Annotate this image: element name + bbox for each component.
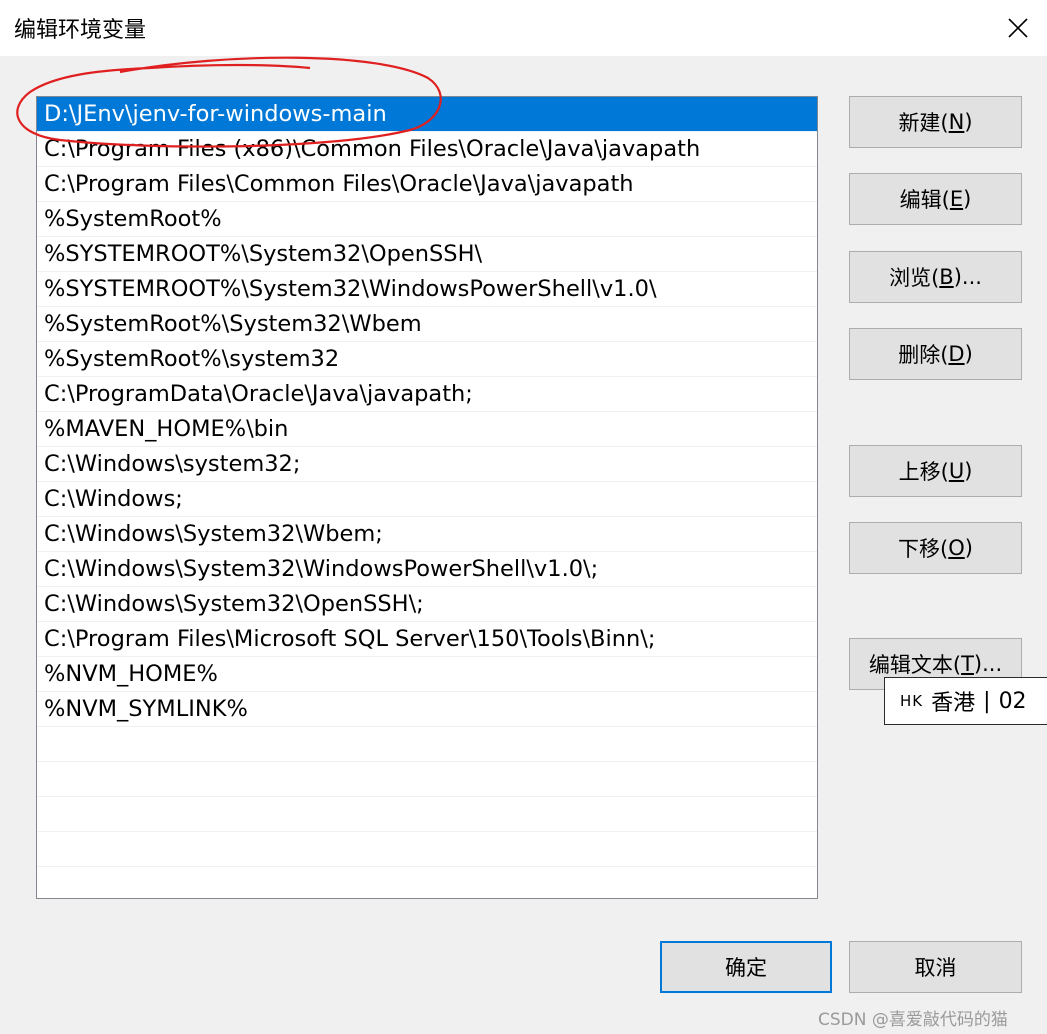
list-item[interactable]: %SYSTEMROOT%\System32\WindowsPowerShell\… bbox=[37, 272, 817, 307]
list-item[interactable]: %SYSTEMROOT%\System32\OpenSSH\ bbox=[37, 237, 817, 272]
new-button[interactable]: 新建(N) bbox=[849, 96, 1022, 148]
list-item[interactable]: C:\Windows\System32\Wbem; bbox=[37, 517, 817, 552]
list-item[interactable]: %NVM_SYMLINK% bbox=[37, 692, 817, 727]
list-item[interactable]: %SystemRoot% bbox=[37, 202, 817, 237]
move-up-button[interactable]: 上移(U) bbox=[849, 445, 1022, 497]
ime-language-code: HK bbox=[900, 692, 924, 710]
ok-button[interactable]: 确定 bbox=[660, 941, 832, 993]
ime-code: 02 bbox=[998, 688, 1027, 714]
empty-list-row[interactable] bbox=[37, 797, 817, 832]
list-item[interactable]: C:\ProgramData\Oracle\Java\javapath; bbox=[37, 377, 817, 412]
watermark: CSDN @喜爱敲代码的猫 bbox=[818, 1010, 1008, 1030]
list-item[interactable]: C:\Windows\System32\WindowsPowerShell\v1… bbox=[37, 552, 817, 587]
delete-button[interactable]: 删除(D) bbox=[849, 328, 1022, 380]
ime-indicator[interactable]: HK 香港 | 02 bbox=[884, 677, 1047, 725]
cancel-button[interactable]: 取消 bbox=[849, 941, 1022, 993]
list-item[interactable]: C:\Windows; bbox=[37, 482, 817, 517]
list-item[interactable]: C:\Program Files\Common Files\Oracle\Jav… bbox=[37, 167, 817, 202]
empty-list-row[interactable] bbox=[37, 762, 817, 797]
path-list[interactable]: D:\JEnv\jenv-for-windows-main C:\Program … bbox=[36, 96, 818, 899]
title-bar: 编辑环境变量 bbox=[0, 0, 1047, 56]
empty-list-row[interactable] bbox=[37, 727, 817, 762]
list-item[interactable]: C:\Windows\system32; bbox=[37, 447, 817, 482]
list-item[interactable]: %NVM_HOME% bbox=[37, 657, 817, 692]
edit-button[interactable]: 编辑(E) bbox=[849, 173, 1022, 225]
list-item[interactable]: C:\Windows\System32\OpenSSH\; bbox=[37, 587, 817, 622]
list-item[interactable]: D:\JEnv\jenv-for-windows-main bbox=[37, 97, 817, 132]
list-item[interactable]: %SystemRoot%\System32\Wbem bbox=[37, 307, 817, 342]
close-button[interactable] bbox=[989, 0, 1047, 56]
list-item[interactable]: %SystemRoot%\system32 bbox=[37, 342, 817, 377]
list-item[interactable]: %MAVEN_HOME%\bin bbox=[37, 412, 817, 447]
close-icon bbox=[1008, 18, 1028, 38]
list-item[interactable]: C:\Program Files (x86)\Common Files\Orac… bbox=[37, 132, 817, 167]
browse-button[interactable]: 浏览(B)... bbox=[849, 251, 1022, 303]
ime-separator: | bbox=[983, 688, 991, 714]
empty-list-row[interactable] bbox=[37, 867, 817, 898]
empty-list-row[interactable] bbox=[37, 832, 817, 867]
dialog-title: 编辑环境变量 bbox=[14, 18, 147, 43]
edit-env-variable-dialog: 编辑环境变量 D:\JEnv\jenv-for-windows-main C:\P… bbox=[0, 0, 1047, 1034]
move-down-button[interactable]: 下移(O) bbox=[849, 522, 1022, 574]
list-item[interactable]: C:\Program Files\Microsoft SQL Server\15… bbox=[37, 622, 817, 657]
ime-region-label: 香港 bbox=[931, 691, 976, 716]
